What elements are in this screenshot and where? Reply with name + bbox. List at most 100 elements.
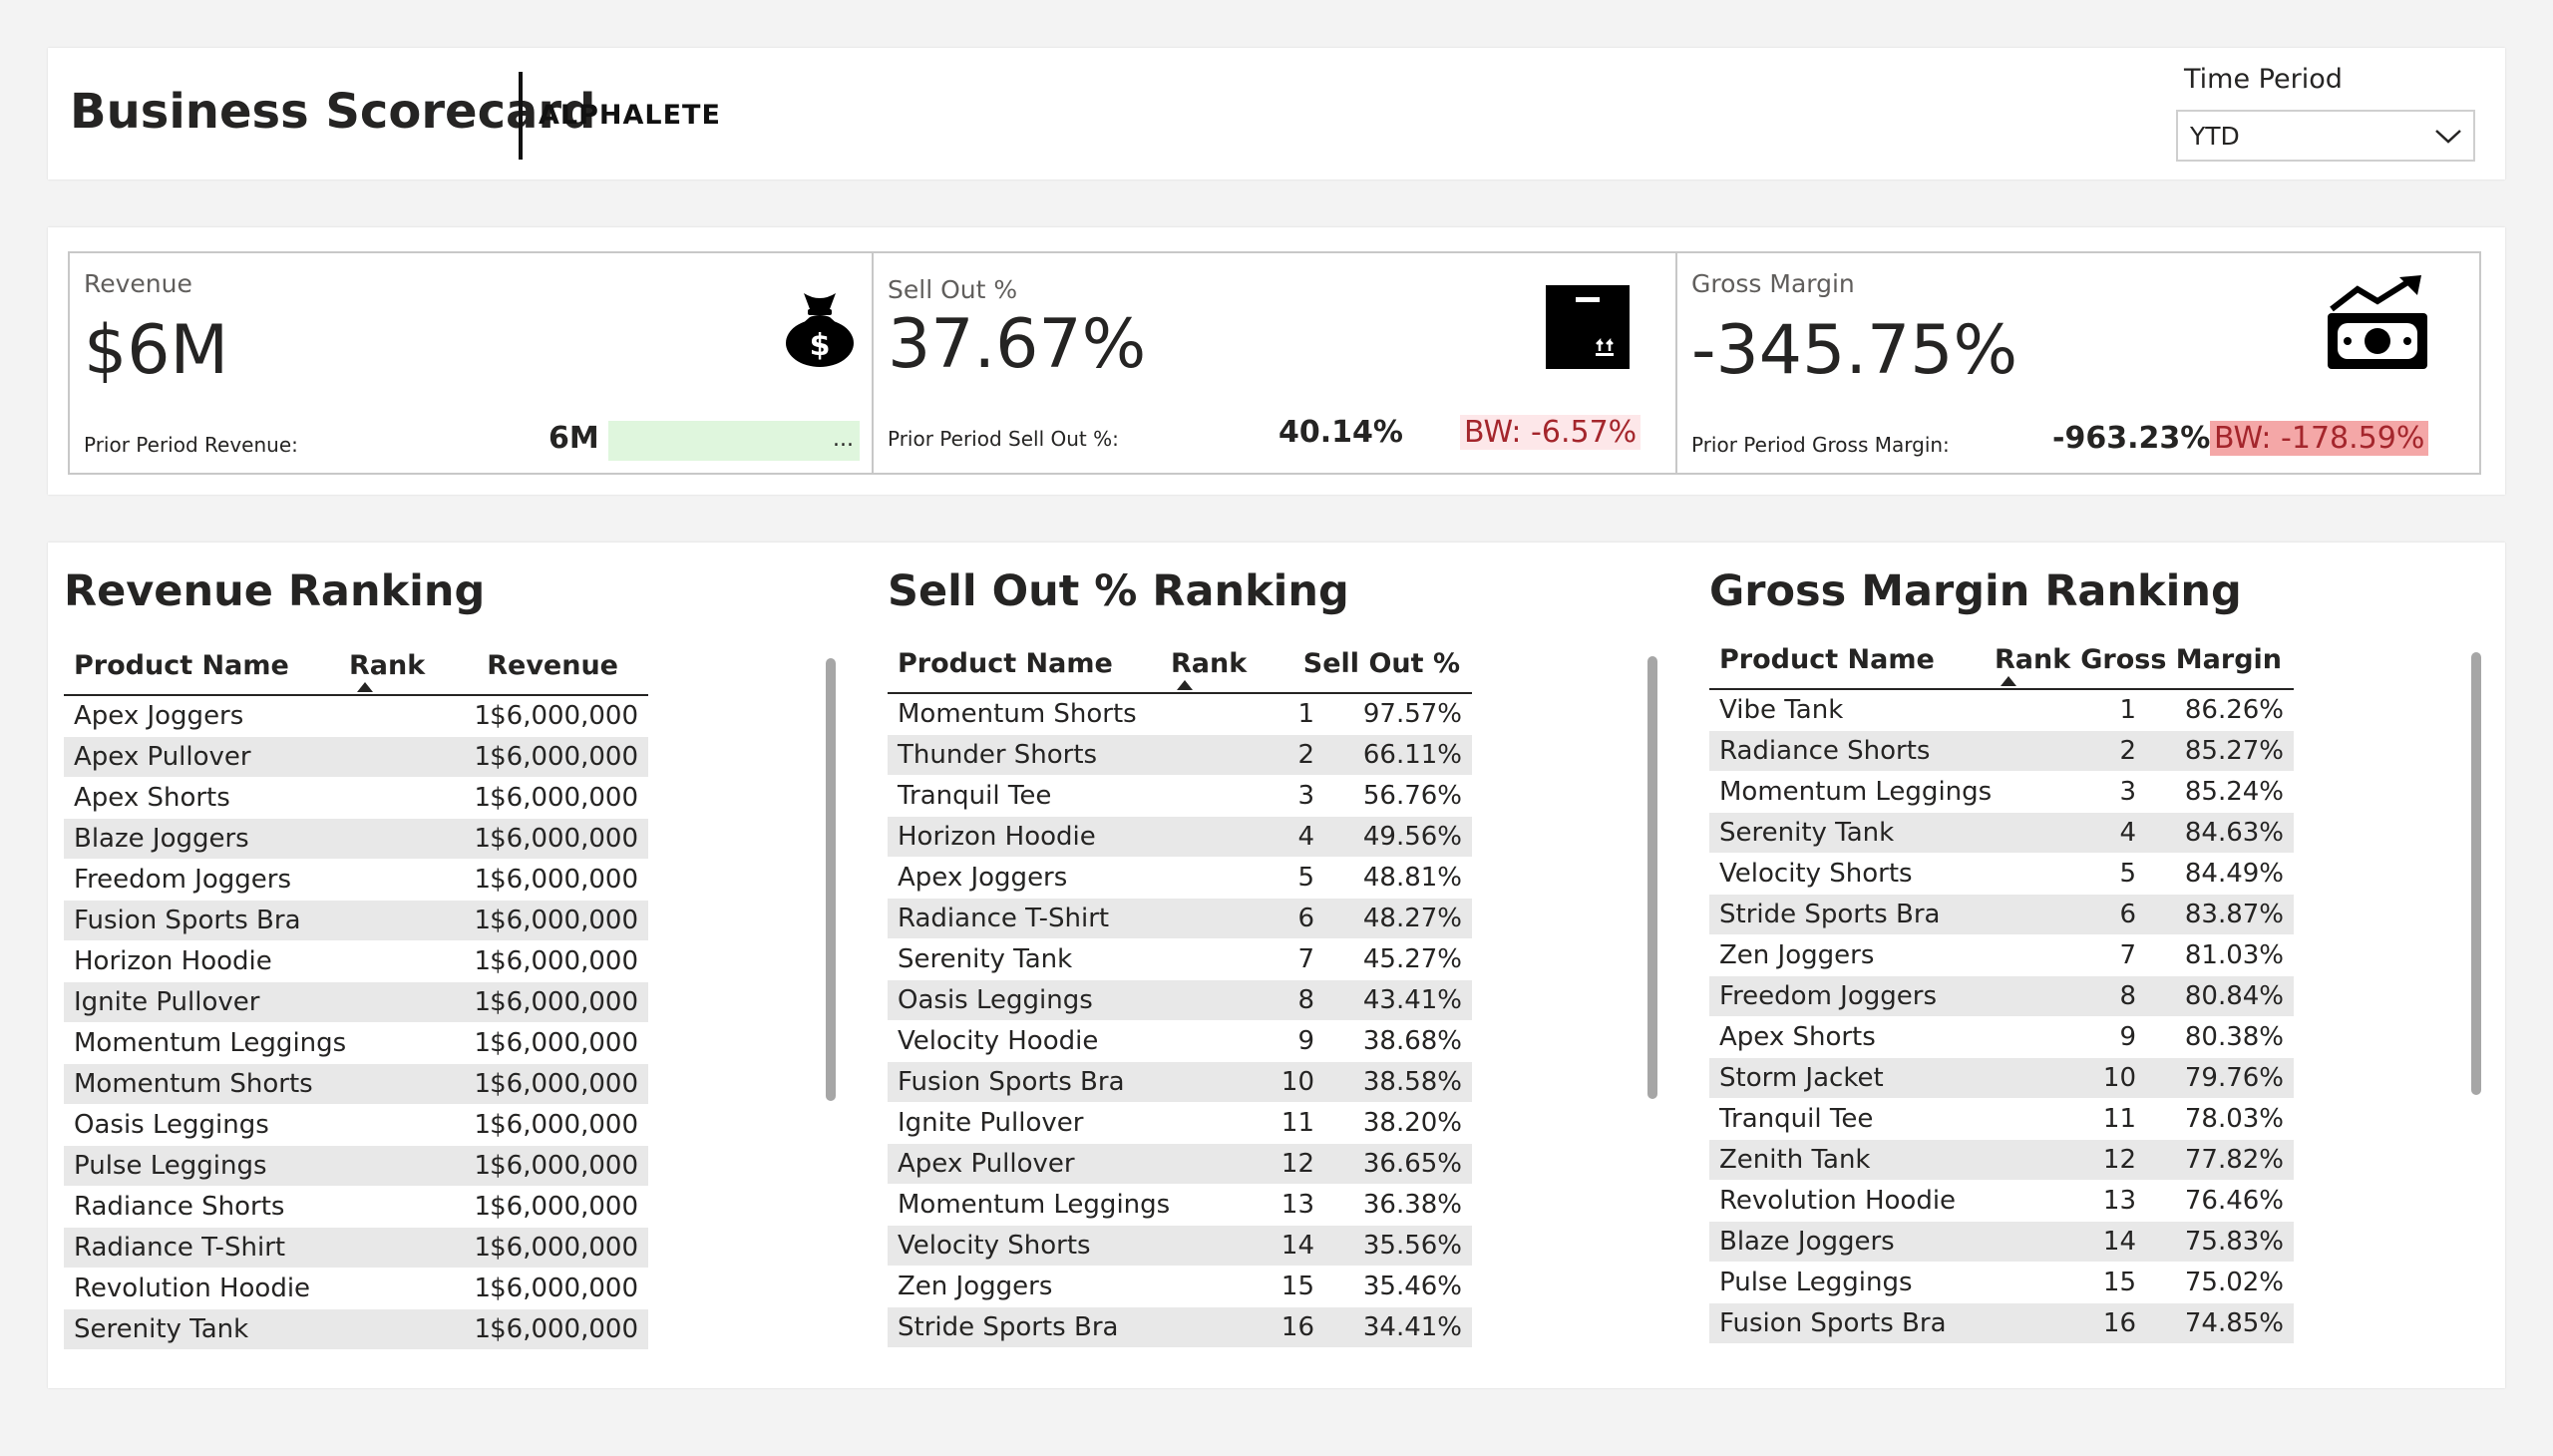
table-row[interactable]: Vibe Tank 1 86.26%: [1709, 690, 2294, 731]
table-row[interactable]: Ignite Pullover 11 38.20%: [888, 1103, 1472, 1144]
rank-cell: 1: [2119, 695, 2136, 725]
value-cell: 80.84%: [2184, 981, 2284, 1011]
kpi-sellout-label: Sell Out %: [888, 275, 1018, 304]
table-row[interactable]: Stride Sports Bra 16 34.41%: [888, 1307, 1472, 1348]
value-cell: $6,000,000: [490, 1151, 638, 1181]
cash-growth-icon: [2328, 275, 2427, 369]
column-header-product[interactable]: Product Name: [1719, 644, 1935, 675]
rank-cell: 13: [1280, 1190, 1314, 1220]
table-row[interactable]: Apex Joggers 5 48.81%: [888, 858, 1472, 899]
table-row[interactable]: Pulse Leggings 1 $6,000,000: [64, 1146, 648, 1187]
table-row[interactable]: Pulse Leggings 15 75.02%: [1709, 1263, 2294, 1303]
table-row[interactable]: Apex Pullover 12 36.65%: [888, 1144, 1472, 1185]
table-row[interactable]: Radiance T-Shirt 1 $6,000,000: [64, 1228, 648, 1269]
table-row[interactable]: Apex Shorts 9 80.38%: [1709, 1017, 2294, 1058]
value-cell: 49.56%: [1362, 822, 1462, 852]
column-header-rank[interactable]: Rank: [1171, 648, 1247, 679]
table-row[interactable]: Momentum Shorts 1 97.57%: [888, 694, 1472, 735]
product-name-cell: Apex Shorts: [74, 783, 230, 813]
rank-cell: 1: [474, 824, 491, 854]
table-row[interactable]: Oasis Leggings 8 43.41%: [888, 980, 1472, 1021]
table-row[interactable]: Fusion Sports Bra 1 $6,000,000: [64, 901, 648, 941]
product-name-cell: Serenity Tank: [1719, 818, 1895, 848]
table-row[interactable]: Zen Joggers 15 35.46%: [888, 1267, 1472, 1307]
column-header-product[interactable]: Product Name: [898, 648, 1113, 679]
column-header-revenue[interactable]: Revenue: [487, 650, 618, 681]
table-row[interactable]: Velocity Shorts 5 84.49%: [1709, 854, 2294, 895]
table-row[interactable]: Serenity Tank 4 84.63%: [1709, 813, 2294, 854]
table-row[interactable]: Fusion Sports Bra 16 74.85%: [1709, 1303, 2294, 1344]
revenue-ranking-scrollbar[interactable]: [826, 658, 836, 1101]
rank-cell: 1: [474, 1314, 491, 1344]
table-row[interactable]: Momentum Leggings 1 $6,000,000: [64, 1023, 648, 1064]
table-row[interactable]: Zenith Tank 12 77.82%: [1709, 1140, 2294, 1181]
column-header-rank[interactable]: Rank: [1995, 644, 2070, 675]
table-row[interactable]: Radiance Shorts 1 $6,000,000: [64, 1187, 648, 1228]
margin-ranking-scrollbar[interactable]: [2471, 652, 2481, 1095]
table-row[interactable]: Radiance T-Shirt 6 48.27%: [888, 899, 1472, 939]
sort-ascending-icon[interactable]: [1177, 680, 1193, 690]
rank-cell: 8: [2119, 981, 2136, 1011]
table-row[interactable]: Blaze Joggers 14 75.83%: [1709, 1222, 2294, 1263]
kpi-margin-bw: BW: -178.59%: [2210, 421, 2429, 456]
product-name-cell: Pulse Leggings: [1719, 1268, 1913, 1297]
time-period-dropdown[interactable]: YTD: [2176, 110, 2475, 162]
table-row[interactable]: Horizon Hoodie 1 $6,000,000: [64, 941, 648, 982]
table-row[interactable]: Serenity Tank 7 45.27%: [888, 939, 1472, 980]
table-row[interactable]: Stride Sports Bra 6 83.87%: [1709, 895, 2294, 935]
product-name-cell: Apex Pullover: [898, 1149, 1075, 1179]
rank-cell: 15: [1280, 1272, 1314, 1301]
kpi-revenue-bw-cell: ...: [608, 421, 860, 461]
table-row[interactable]: Freedom Joggers 8 80.84%: [1709, 976, 2294, 1017]
rank-cell: 1: [474, 1233, 491, 1263]
revenue-ranking-table: Product Name Rank Revenue Apex Joggers 1 $…: [64, 642, 648, 1350]
product-name-cell: Momentum Shorts: [74, 1069, 313, 1099]
table-row[interactable]: Apex Joggers 1 $6,000,000: [64, 696, 648, 737]
table-row[interactable]: Revolution Hoodie 13 76.46%: [1709, 1181, 2294, 1222]
table-row[interactable]: Horizon Hoodie 4 49.56%: [888, 817, 1472, 858]
table-row[interactable]: Radiance Shorts 2 85.27%: [1709, 731, 2294, 772]
table-row[interactable]: Velocity Hoodie 9 38.68%: [888, 1021, 1472, 1062]
column-header-sellout[interactable]: Sell Out %: [1303, 648, 1460, 679]
product-name-cell: Apex Joggers: [898, 863, 1068, 893]
kpi-panel: Revenue $6M $ Prior Period Revenue: 6M .…: [48, 227, 2505, 495]
product-name-cell: Serenity Tank: [898, 944, 1073, 974]
column-header-margin[interactable]: Gross Margin: [2080, 644, 2282, 675]
value-cell: $6,000,000: [490, 1274, 638, 1303]
product-name-cell: Stride Sports Bra: [1719, 900, 1941, 929]
table-row[interactable]: Freedom Joggers 1 $6,000,000: [64, 860, 648, 901]
sellout-ranking-scrollbar[interactable]: [1647, 656, 1657, 1099]
sort-ascending-icon[interactable]: [2001, 676, 2016, 686]
kpi-revenue-label: Revenue: [84, 269, 192, 298]
table-row[interactable]: Apex Shorts 1 $6,000,000: [64, 778, 648, 819]
column-header-product[interactable]: Product Name: [74, 650, 289, 681]
rank-cell: 5: [1297, 863, 1314, 893]
table-row[interactable]: Velocity Shorts 14 35.56%: [888, 1226, 1472, 1267]
rank-cell: 12: [1280, 1149, 1314, 1179]
value-cell: 36.65%: [1362, 1149, 1462, 1179]
table-row[interactable]: Fusion Sports Bra 10 38.58%: [888, 1062, 1472, 1103]
table-row[interactable]: Apex Pullover 1 $6,000,000: [64, 737, 648, 778]
table-row[interactable]: Oasis Leggings 1 $6,000,000: [64, 1105, 648, 1146]
column-header-rank[interactable]: Rank: [349, 650, 425, 681]
sellout-ranking-rows: Momentum Shorts 1 97.57% Thunder Shorts 2 66.…: [888, 694, 1472, 1348]
table-row[interactable]: Thunder Shorts 2 66.11%: [888, 735, 1472, 776]
table-row[interactable]: Blaze Joggers 1 $6,000,000: [64, 819, 648, 860]
table-row[interactable]: Momentum Leggings 13 36.38%: [888, 1185, 1472, 1226]
product-name-cell: Blaze Joggers: [74, 824, 249, 854]
sort-ascending-icon[interactable]: [357, 682, 373, 692]
table-row[interactable]: Zen Joggers 7 81.03%: [1709, 935, 2294, 976]
value-cell: 38.58%: [1362, 1067, 1462, 1097]
page-title: Business Scorecard: [70, 84, 596, 140]
table-row[interactable]: Tranquil Tee 11 78.03%: [1709, 1099, 2294, 1140]
table-row[interactable]: Ignite Pullover 1 $6,000,000: [64, 982, 648, 1023]
kpi-revenue-prior-label: Prior Period Revenue:: [84, 433, 298, 457]
table-row[interactable]: Storm Jacket 10 79.76%: [1709, 1058, 2294, 1099]
table-row[interactable]: Tranquil Tee 3 56.76%: [888, 776, 1472, 817]
table-row[interactable]: Revolution Hoodie 1 $6,000,000: [64, 1269, 648, 1309]
more-indicator[interactable]: ...: [833, 427, 854, 452]
table-row[interactable]: Serenity Tank 1 $6,000,000: [64, 1309, 648, 1350]
table-row[interactable]: Momentum Leggings 3 85.24%: [1709, 772, 2294, 813]
product-name-cell: Zen Joggers: [1719, 940, 1875, 970]
table-row[interactable]: Momentum Shorts 1 $6,000,000: [64, 1064, 648, 1105]
